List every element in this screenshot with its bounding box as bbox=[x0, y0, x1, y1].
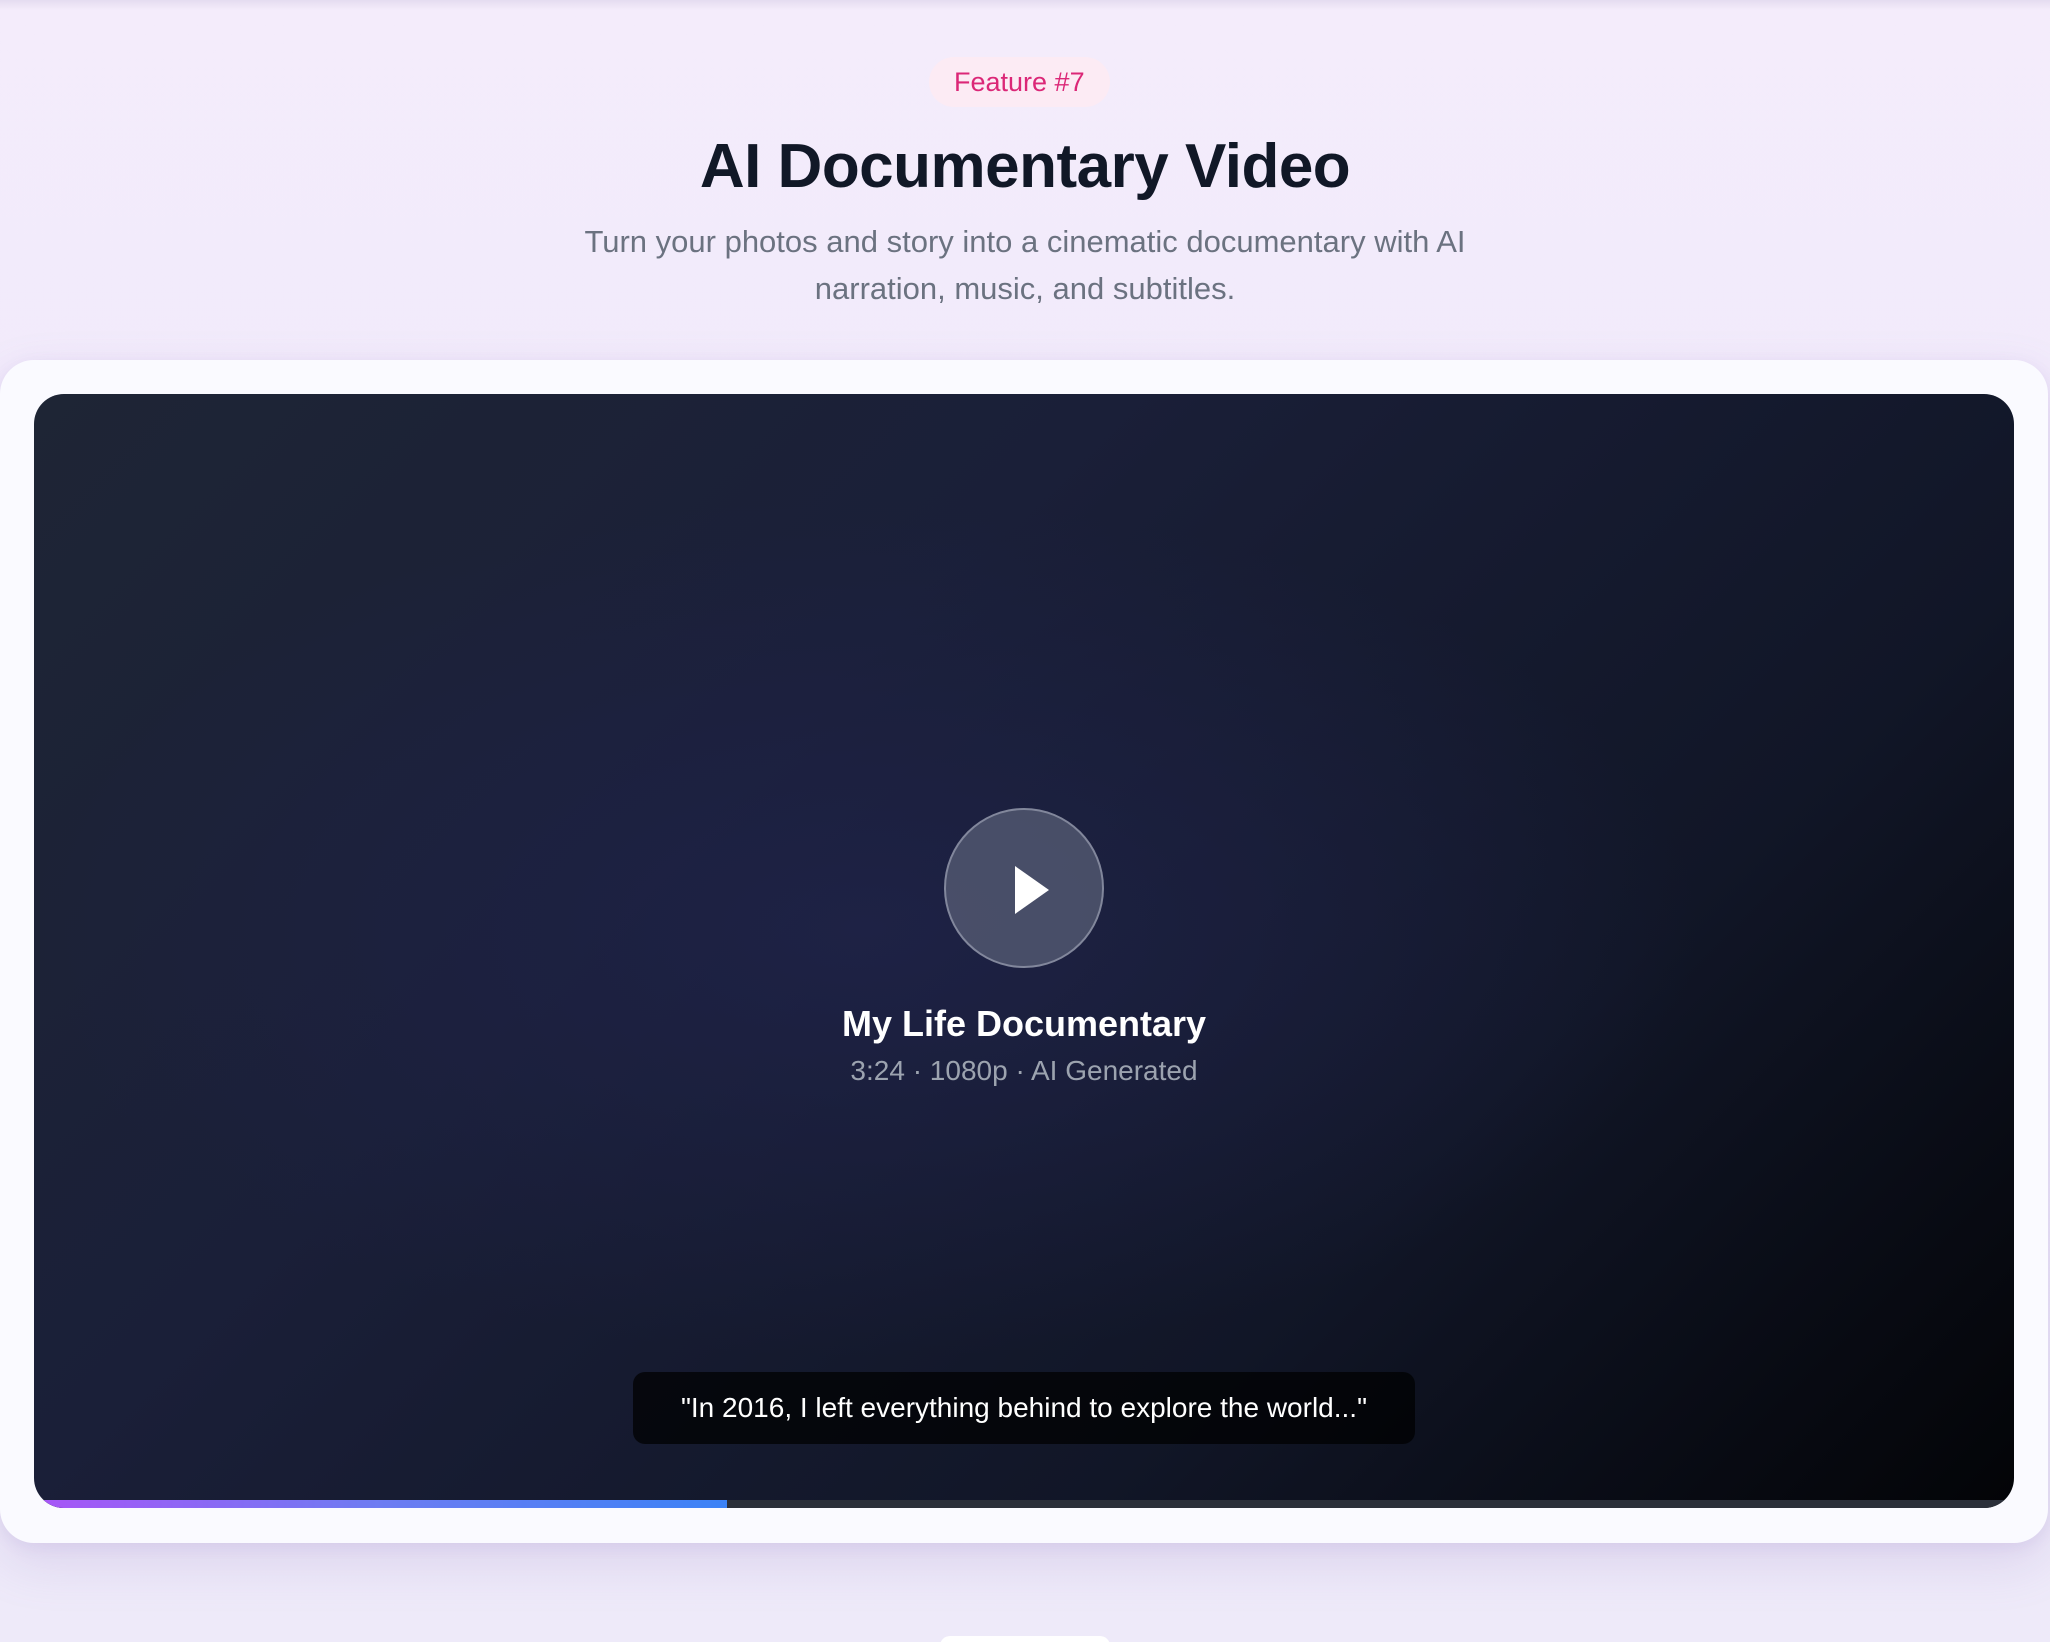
play-icon bbox=[1015, 866, 1049, 914]
video-card: My Life Documentary 3:24 · 1080p · AI Ge… bbox=[0, 360, 2048, 1543]
video-meta: 3:24 · 1080p · AI Generated bbox=[850, 1055, 1198, 1086]
play-button[interactable] bbox=[944, 808, 1104, 968]
video-progress-fill bbox=[34, 1500, 727, 1508]
feature-badge: Feature #7 bbox=[929, 57, 1110, 107]
feature-description: Turn your photos and story into a cinema… bbox=[584, 224, 1466, 306]
video-subtitle-caption: "In 2016, I left everything behind to ex… bbox=[633, 1372, 1415, 1444]
feature-hero: Feature #7 AI Documentary Video Turn you… bbox=[0, 0, 2050, 360]
video-title: My Life Documentary bbox=[841, 1003, 1207, 1044]
feature-title: AI Documentary Video bbox=[699, 132, 1351, 201]
next-section-badge-peek bbox=[940, 1636, 1110, 1642]
video-progress-bar[interactable] bbox=[34, 1500, 2014, 1508]
video-player[interactable]: My Life Documentary 3:24 · 1080p · AI Ge… bbox=[34, 394, 2014, 1508]
